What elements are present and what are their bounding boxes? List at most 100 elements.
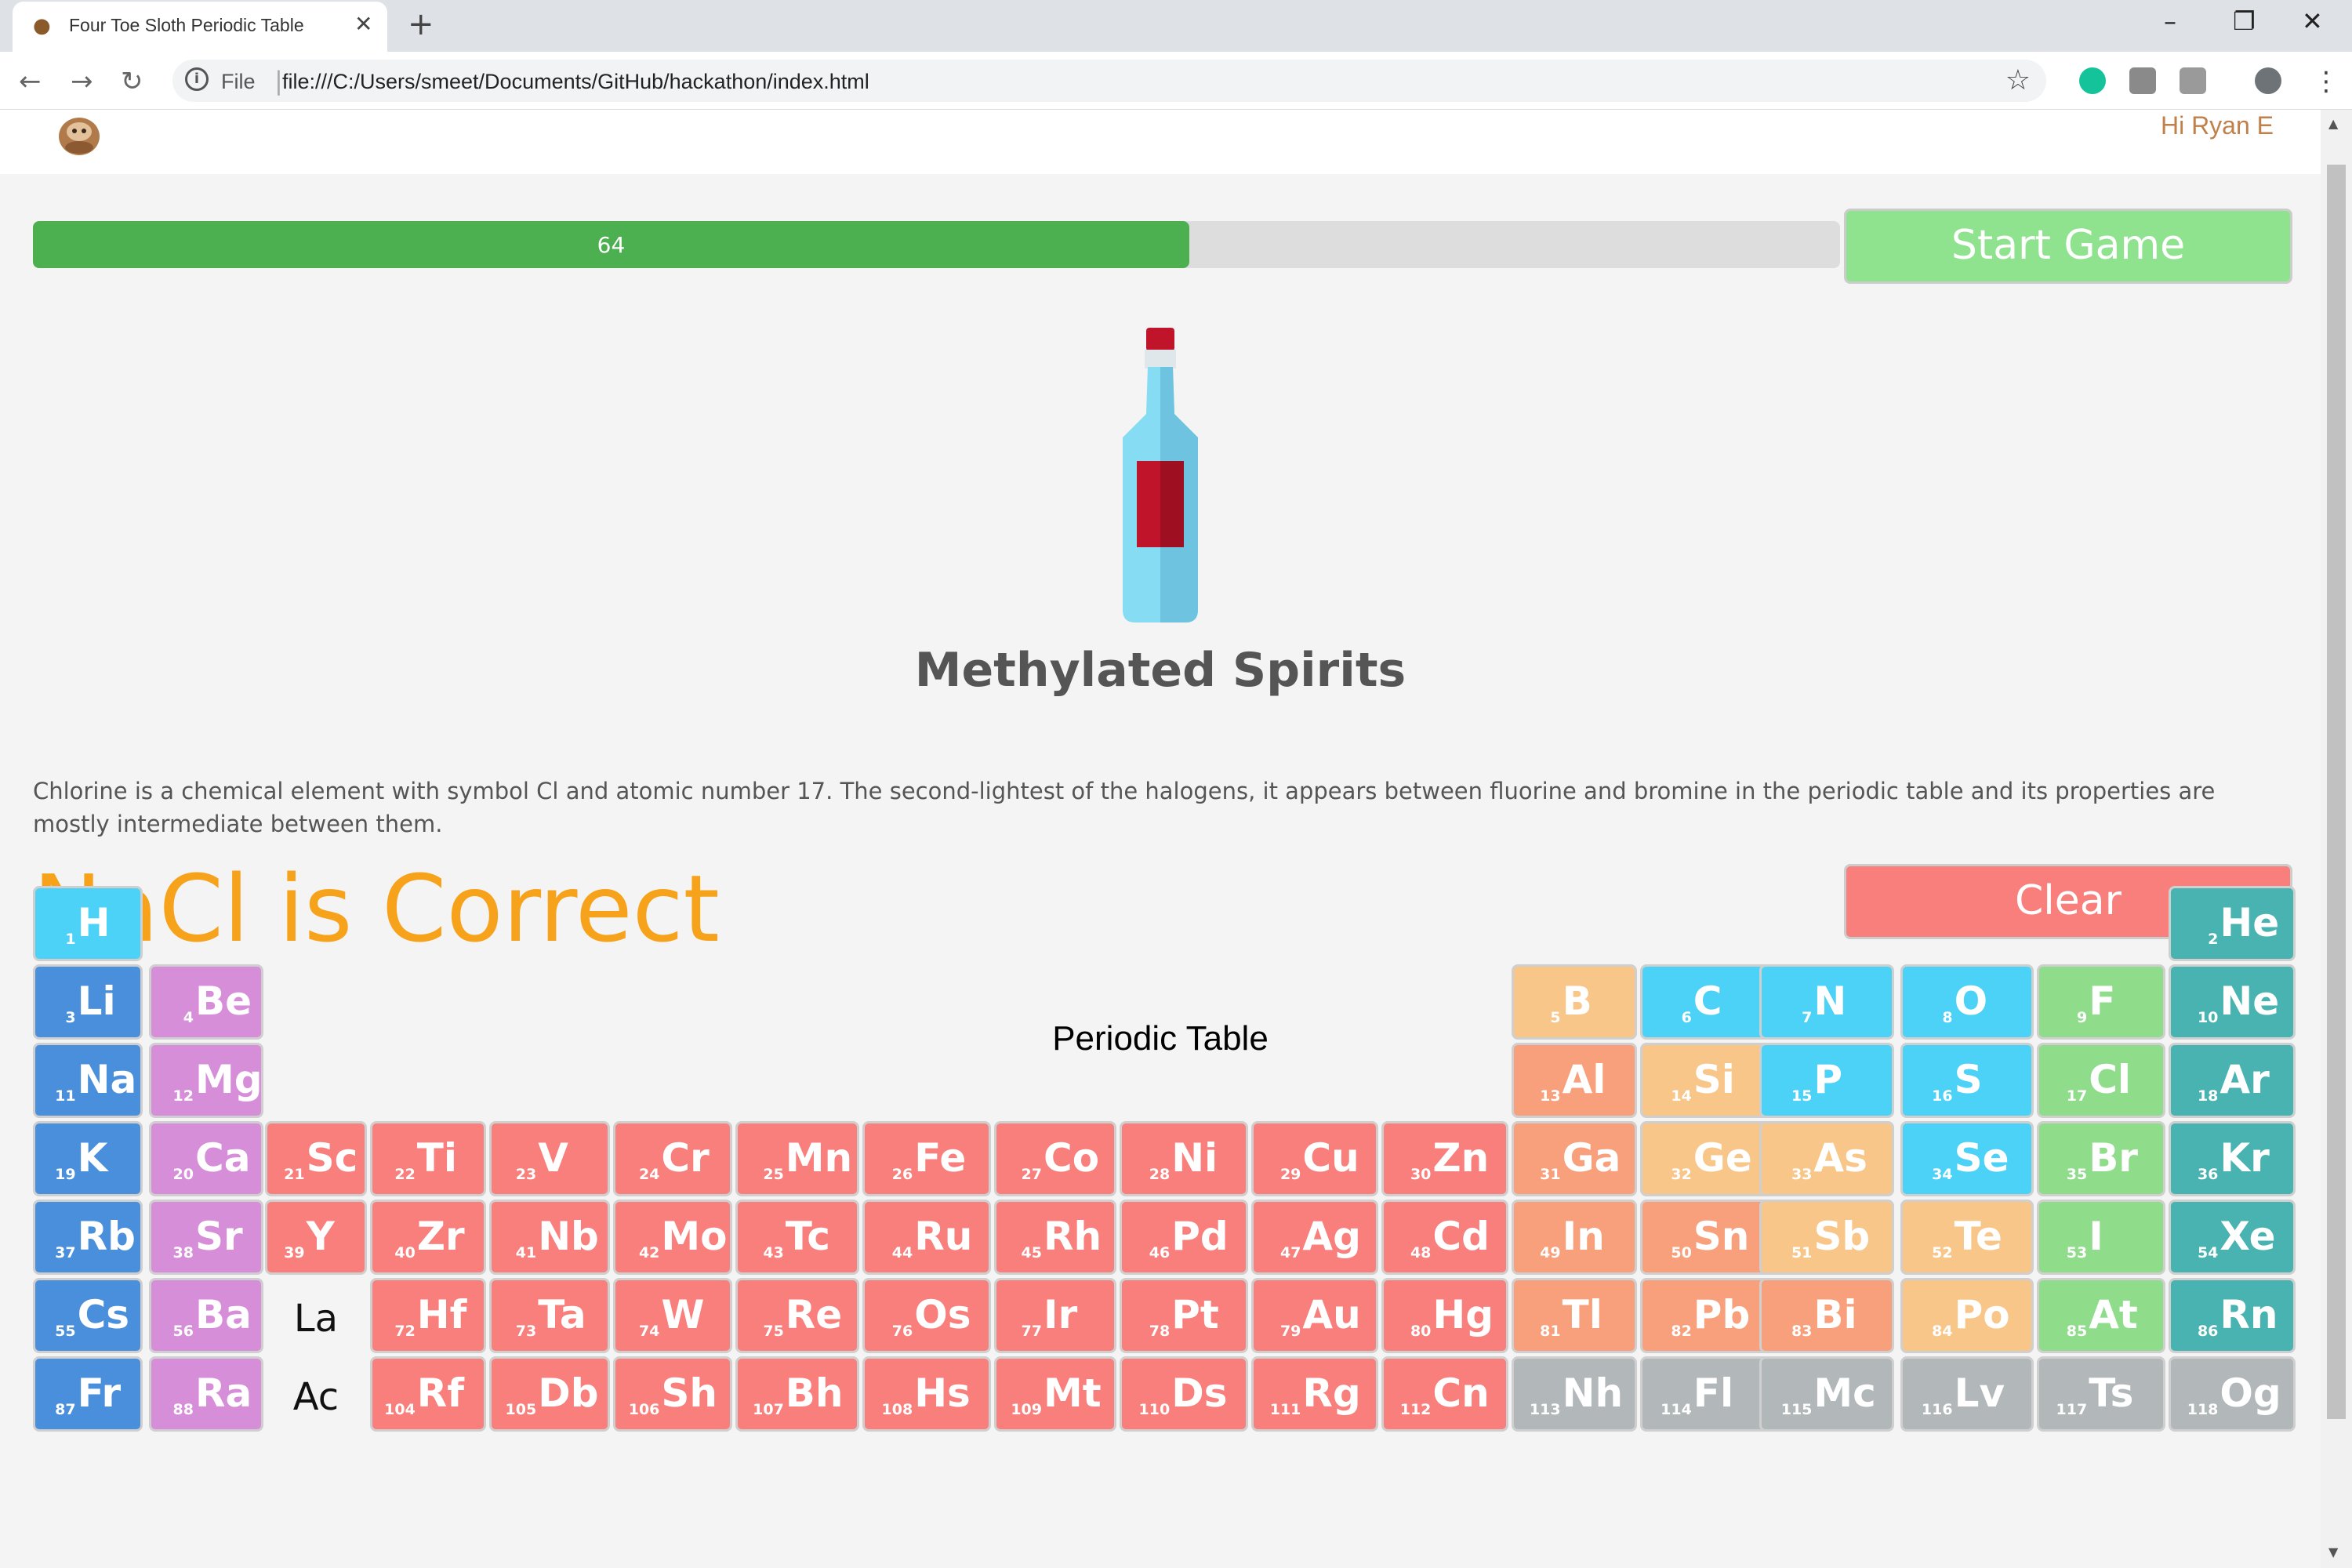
element-ca[interactable]: 20 Ca bbox=[149, 1121, 263, 1196]
element-c[interactable]: 6C bbox=[1640, 964, 1772, 1040]
element-cd[interactable]: 48 Cd bbox=[1381, 1200, 1508, 1275]
scroll-up-icon[interactable]: ▲ bbox=[2328, 116, 2338, 131]
element-li[interactable]: 3 Li bbox=[33, 964, 143, 1040]
scroll-down-icon[interactable]: ▼ bbox=[2328, 1544, 2338, 1559]
element-h[interactable]: 1H bbox=[33, 886, 143, 961]
reload-icon[interactable]: ↻ bbox=[121, 66, 143, 97]
tab-close-icon[interactable]: ✕ bbox=[354, 11, 372, 37]
element-hf[interactable]: 72 Hf bbox=[370, 1278, 486, 1353]
profile-avatar[interactable] bbox=[2255, 67, 2281, 94]
info-icon[interactable]: i bbox=[185, 67, 209, 91]
element-sn[interactable]: 50 Sn bbox=[1640, 1200, 1772, 1275]
element-as[interactable]: 33 As bbox=[1759, 1121, 1894, 1196]
minimize-icon[interactable]: – bbox=[2164, 6, 2176, 36]
element-ta[interactable]: 73 Ta bbox=[489, 1278, 610, 1353]
element-sr[interactable]: 38 Sr bbox=[149, 1200, 263, 1275]
element-tl[interactable]: 81 Tl bbox=[1512, 1278, 1637, 1353]
element-og[interactable]: 118 Og bbox=[2169, 1356, 2296, 1432]
element-mg[interactable]: 12 Mg bbox=[149, 1043, 263, 1118]
scroll-thumb[interactable] bbox=[2327, 165, 2346, 1419]
element-cr[interactable]: 24 Cr bbox=[613, 1121, 732, 1196]
element-pb[interactable]: 82 Pb bbox=[1640, 1278, 1772, 1353]
element-zr[interactable]: 40 Zr bbox=[370, 1200, 486, 1275]
element-po[interactable]: 84 Po bbox=[1900, 1278, 2034, 1353]
element-rh[interactable]: 45 Rh bbox=[994, 1200, 1116, 1275]
element-at[interactable]: 85 At bbox=[2037, 1278, 2165, 1353]
element-ne[interactable]: 10 Ne bbox=[2169, 964, 2296, 1040]
window-close-icon[interactable]: ✕ bbox=[2302, 6, 2323, 36]
element-o[interactable]: 8O bbox=[1900, 964, 2034, 1040]
forward-icon[interactable]: → bbox=[71, 66, 93, 97]
element-bh[interactable]: 107 Bh bbox=[735, 1356, 859, 1432]
element-au[interactable]: 79 Au bbox=[1251, 1278, 1378, 1353]
element-hg[interactable]: 80 Hg bbox=[1381, 1278, 1508, 1353]
bookmark-star-icon[interactable]: ☆ bbox=[2005, 64, 2031, 96]
element-pt[interactable]: 78 Pt bbox=[1120, 1278, 1248, 1353]
element-te[interactable]: 52 Te bbox=[1900, 1200, 2034, 1275]
element-ga[interactable]: 31 Ga bbox=[1512, 1121, 1637, 1196]
element-ge[interactable]: 32 Ge bbox=[1640, 1121, 1772, 1196]
element-rf[interactable]: 104 Rf bbox=[370, 1356, 486, 1432]
element-mt[interactable]: 109 Mt bbox=[994, 1356, 1116, 1432]
element-tc[interactable]: 43 Tc bbox=[735, 1200, 859, 1275]
element-db[interactable]: 105 Db bbox=[489, 1356, 610, 1432]
element-sb[interactable]: 51 Sb bbox=[1759, 1200, 1894, 1275]
back-icon[interactable]: ← bbox=[19, 66, 42, 97]
element-ir[interactable]: 77 Ir bbox=[994, 1278, 1116, 1353]
element-fe[interactable]: 26 Fe bbox=[862, 1121, 991, 1196]
element-mc[interactable]: 115 Mc bbox=[1759, 1356, 1894, 1432]
element-co[interactable]: 27 Co bbox=[994, 1121, 1116, 1196]
element-kr[interactable]: 36 Kr bbox=[2169, 1121, 2296, 1196]
element-al[interactable]: 13 Al bbox=[1512, 1043, 1637, 1118]
element-y[interactable]: 39 Y bbox=[265, 1200, 367, 1275]
element-lv[interactable]: 116 Lv bbox=[1900, 1356, 2034, 1432]
grammarly-extension-icon[interactable] bbox=[2079, 67, 2106, 94]
element-re[interactable]: 75 Re bbox=[735, 1278, 859, 1353]
element-xe[interactable]: 54 Xe bbox=[2169, 1200, 2296, 1275]
menu-icon[interactable]: ⋮ bbox=[2313, 66, 2339, 97]
element-fl[interactable]: 114 Fl bbox=[1640, 1356, 1772, 1432]
element-rb[interactable]: 37 Rb bbox=[33, 1200, 143, 1275]
new-tab-icon[interactable]: + bbox=[408, 6, 434, 42]
element-w[interactable]: 74 W bbox=[613, 1278, 732, 1353]
element-bi[interactable]: 83 Bi bbox=[1759, 1278, 1894, 1353]
element-b[interactable]: 5B bbox=[1512, 964, 1637, 1040]
element-mn[interactable]: 25 Mn bbox=[735, 1121, 859, 1196]
element-v[interactable]: 23 V bbox=[489, 1121, 610, 1196]
element-ts[interactable]: 117 Ts bbox=[2037, 1356, 2165, 1432]
element-s[interactable]: 16 S bbox=[1900, 1043, 2034, 1118]
element-ti[interactable]: 22 Ti bbox=[370, 1121, 486, 1196]
start-game-button[interactable]: Start Game bbox=[1844, 209, 2292, 284]
element-zn[interactable]: 30 Zn bbox=[1381, 1121, 1508, 1196]
element-cs[interactable]: 55 Cs bbox=[33, 1278, 143, 1353]
element-ds[interactable]: 110 Ds bbox=[1120, 1356, 1248, 1432]
element-ni[interactable]: 28 Ni bbox=[1120, 1121, 1248, 1196]
element-he[interactable]: 2 He bbox=[2169, 886, 2296, 961]
element-hs[interactable]: 108 Hs bbox=[862, 1356, 991, 1432]
element-be[interactable]: 4 Be bbox=[149, 964, 263, 1040]
element-ra[interactable]: 88 Ra bbox=[149, 1356, 263, 1432]
element-n[interactable]: 7N bbox=[1759, 964, 1894, 1040]
element-cn[interactable]: 112 Cn bbox=[1381, 1356, 1508, 1432]
element-k[interactable]: 19 K bbox=[33, 1121, 143, 1196]
element-cu[interactable]: 29 Cu bbox=[1251, 1121, 1378, 1196]
element-rn[interactable]: 86 Rn bbox=[2169, 1278, 2296, 1353]
element-cl[interactable]: 17 Cl bbox=[2037, 1043, 2165, 1118]
element-in[interactable]: 49 In bbox=[1512, 1200, 1637, 1275]
address-bar[interactable]: i File | file:///C:/Users/smeet/Document… bbox=[172, 60, 2046, 102]
element-os[interactable]: 76 Os bbox=[862, 1278, 991, 1353]
camera-extension-icon[interactable] bbox=[2180, 67, 2206, 94]
element-fr[interactable]: 87 Fr bbox=[33, 1356, 143, 1432]
browser-tab[interactable]: ● Four Toe Sloth Periodic Table ✕ bbox=[13, 2, 387, 52]
element-nb[interactable]: 41 Nb bbox=[489, 1200, 610, 1275]
vertical-scrollbar[interactable]: ▲ ▼ bbox=[2321, 110, 2352, 1568]
element-br[interactable]: 35 Br bbox=[2037, 1121, 2165, 1196]
element-p[interactable]: 15 P bbox=[1759, 1043, 1894, 1118]
element-mo[interactable]: 42 Mo bbox=[613, 1200, 732, 1275]
element-rg[interactable]: 111 Rg bbox=[1251, 1356, 1378, 1432]
element-sc[interactable]: 21 Sc bbox=[265, 1121, 367, 1196]
element-sh[interactable]: 106 Sh bbox=[613, 1356, 732, 1432]
element-nh[interactable]: 113 Nh bbox=[1512, 1356, 1637, 1432]
element-se[interactable]: 34 Se bbox=[1900, 1121, 2034, 1196]
element-ru[interactable]: 44 Ru bbox=[862, 1200, 991, 1275]
